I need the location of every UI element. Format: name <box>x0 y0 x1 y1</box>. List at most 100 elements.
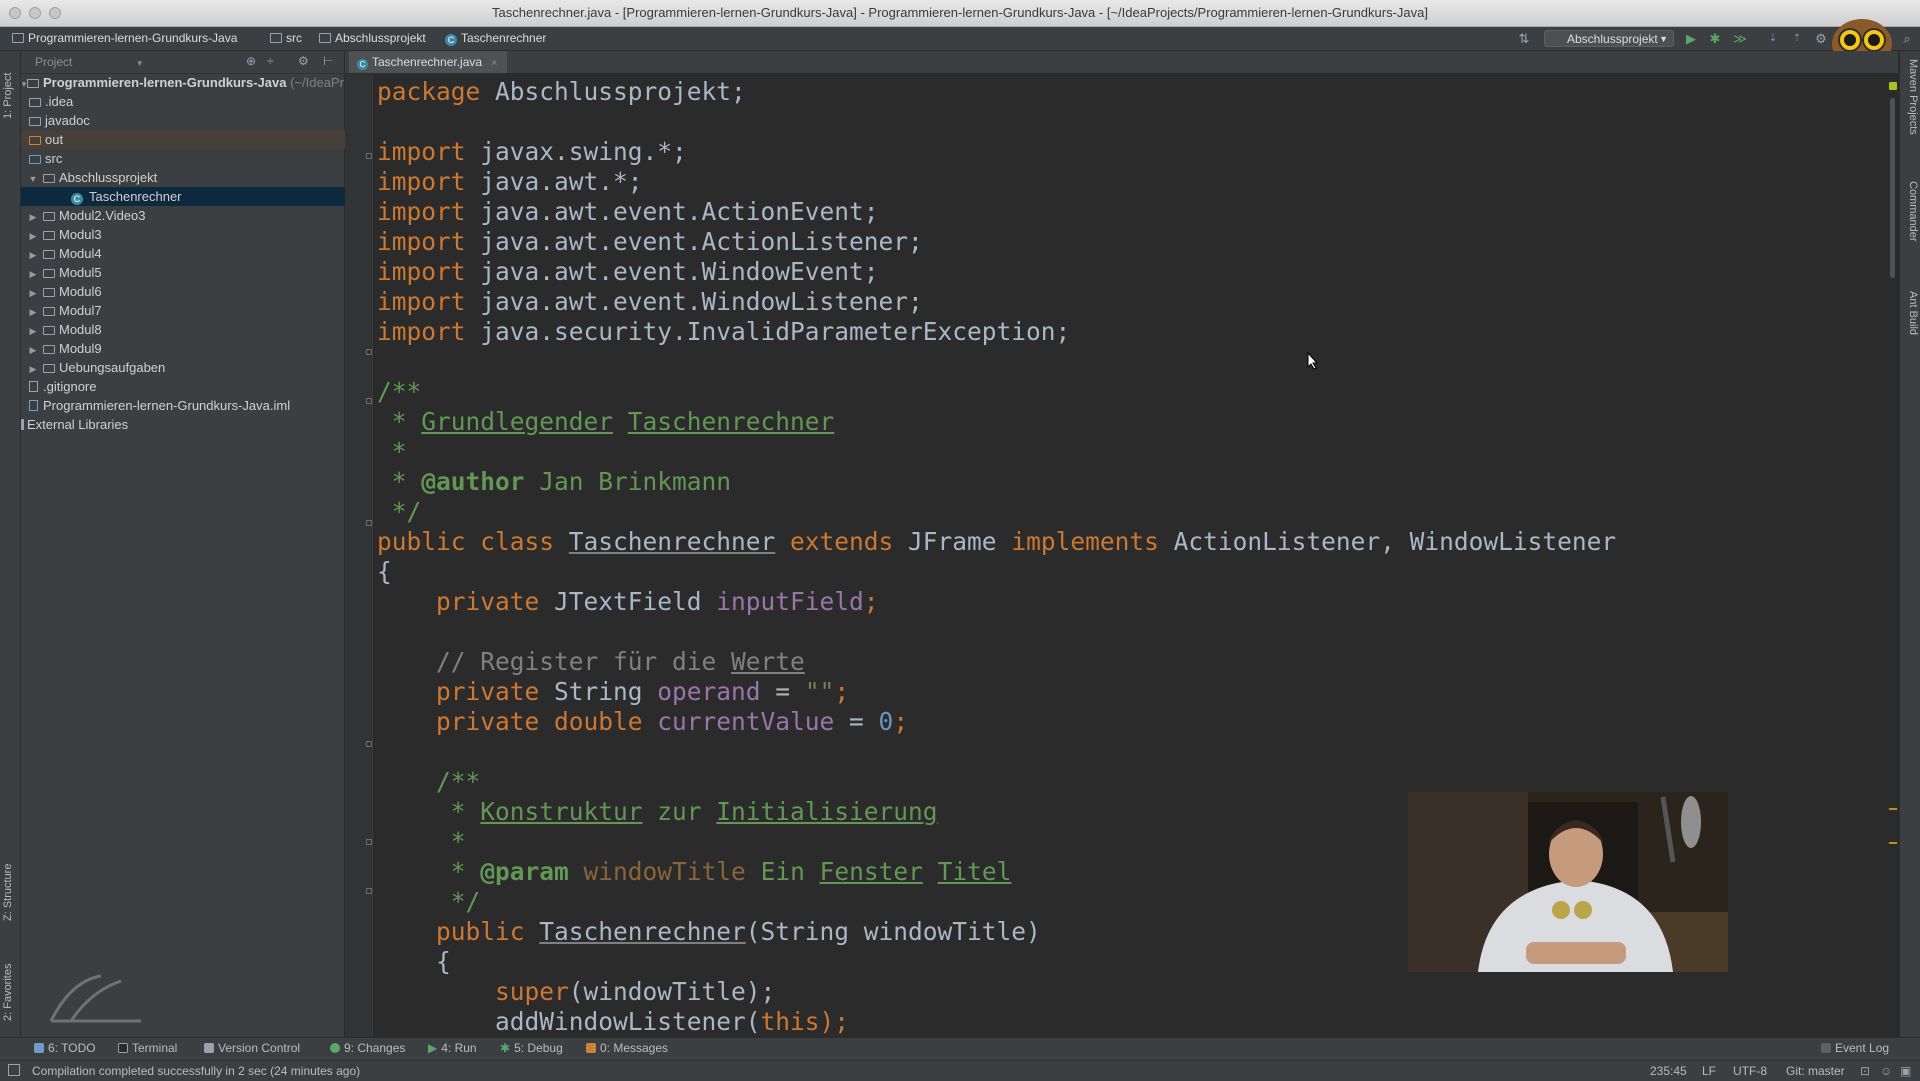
tree-item-external-libraries[interactable]: External Libraries <box>21 415 344 434</box>
todo-tool-tab[interactable]: 6: TODO <box>34 1041 96 1055</box>
tree-item-modul4[interactable]: ▶ Modul4 <box>21 244 350 263</box>
tool-tab-label: Terminal <box>132 1041 178 1055</box>
commander-tab[interactable]: Commander <box>1903 181 1919 271</box>
watermark-logo <box>41 971 161 1026</box>
build-icon[interactable]: ⇅ <box>1516 31 1532 47</box>
tree-item-out[interactable]: out <box>21 130 352 149</box>
code-token: Titel <box>937 857 1012 886</box>
vcs-update-icon[interactable]: ⇣ <box>1765 31 1781 47</box>
fold-marker-icon[interactable] <box>366 153 372 159</box>
breadcrumb-package[interactable]: Abschlussprojekt <box>319 31 426 45</box>
messages-tool-tab[interactable]: 0: Messages <box>586 1041 668 1055</box>
code-line: import java.awt.event.WindowListener; <box>377 287 923 317</box>
tree-item-iml[interactable]: Programmieren-lernen-Grundkurs-Java.iml <box>21 396 352 415</box>
tree-item-modul5[interactable]: ▶ Modul5 <box>21 263 350 282</box>
toggle-tool-windows-icon[interactable] <box>8 1064 20 1076</box>
code-line: * <box>377 827 466 856</box>
tree-item-modul6[interactable]: ▶ Modul6 <box>21 282 350 301</box>
warning-marker[interactable] <box>1889 808 1897 810</box>
tree-item-src[interactable]: src <box>21 149 352 168</box>
fold-marker-icon[interactable] <box>366 398 372 404</box>
fold-marker-icon[interactable] <box>366 349 372 355</box>
fold-marker-icon[interactable] <box>366 520 372 526</box>
package-icon <box>43 212 55 221</box>
search-icon[interactable]: ⌕ <box>1899 31 1915 47</box>
settings-icon[interactable]: ⚙ <box>1813 31 1829 47</box>
class-icon: C <box>71 193 83 205</box>
run-icon[interactable]: ▶ <box>1683 31 1699 47</box>
tree-item-idea[interactable]: .idea <box>21 92 352 111</box>
window-title: Taschenrechner.java - [Programmieren-ler… <box>492 5 1428 20</box>
project-folder-icon <box>27 79 39 88</box>
webcam-overlay <box>1408 792 1728 972</box>
breadcrumb-project[interactable]: Programmieren-lernen-Grundkurs-Java <box>12 31 237 45</box>
changes-icon <box>330 1043 340 1053</box>
file-encoding[interactable]: UTF-8 <box>1733 1064 1767 1078</box>
event-log-tool-tab[interactable]: Event Log <box>1821 1041 1889 1055</box>
maven-projects-tab[interactable]: Maven Projects <box>1903 59 1919 169</box>
debug-icon[interactable]: ✱ <box>1707 31 1723 47</box>
package-icon <box>43 345 55 354</box>
code-token: operand <box>657 677 761 706</box>
tree-item-modul2video3[interactable]: ▶ Modul2.Video3 <box>21 206 350 225</box>
code-token: Taschenrechner <box>568 527 776 556</box>
run-tool-tab[interactable]: ▶ 4: Run <box>428 1041 477 1055</box>
version-control-tool-tab[interactable]: Version Control <box>204 1041 300 1055</box>
tree-item-uebungsaufgaben[interactable]: ▶ Uebungsaufgaben <box>21 358 350 377</box>
line-separator[interactable]: LF <box>1702 1064 1716 1078</box>
fold-marker-icon[interactable] <box>366 888 372 894</box>
editor-scrollbar[interactable] <box>1886 74 1899 1037</box>
editor-tab-taschenrechner[interactable]: C Taschenrechner.java × <box>349 51 508 73</box>
tree-item-modul8[interactable]: ▶ Modul8 <box>21 320 350 339</box>
vcs-commit-icon[interactable]: ⇡ <box>1789 31 1805 47</box>
tree-item-taschenrechner[interactable]: C Taschenrechner <box>21 187 394 206</box>
package-icon <box>43 307 55 316</box>
tree-item-modul3[interactable]: ▶ Modul3 <box>21 225 350 244</box>
tree-item-modul9[interactable]: ▶ Modul9 <box>21 339 350 358</box>
breadcrumb-src[interactable]: src <box>270 31 302 45</box>
tree-item-abschlussprojekt[interactable]: ▼ Abschlussprojekt <box>21 168 350 187</box>
status-message[interactable]: Compilation completed successfully in 2 … <box>32 1064 360 1078</box>
tree-item-modul7[interactable]: ▶ Modul7 <box>21 301 350 320</box>
coverage-icon[interactable]: ≫ <box>1732 31 1748 47</box>
caret-position[interactable]: 235:45 <box>1650 1064 1687 1078</box>
code-token: this <box>760 1007 820 1036</box>
tree-root-project[interactable]: ▾ Programmieren-lernen-Grundkurs-Java (~/… <box>21 73 344 92</box>
gear-icon[interactable]: ⚙ <box>298 54 309 68</box>
hide-panel-icon[interactable]: ⊢ <box>323 54 333 68</box>
excluded-folder-icon <box>29 136 41 145</box>
structure-tool-tab[interactable]: Z: Structure <box>2 841 18 921</box>
tree-label: Uebungsaufgaben <box>59 360 166 375</box>
git-branch[interactable]: Git: master <box>1786 1064 1845 1078</box>
scrollbar-thumb[interactable] <box>1890 98 1895 278</box>
todo-icon <box>34 1043 44 1053</box>
inspection-status-icon[interactable] <box>1889 82 1897 90</box>
tree-item-gitignore[interactable]: .gitignore <box>21 377 352 396</box>
version-control-icon <box>204 1043 214 1053</box>
code-line: private JTextField inputField; <box>377 587 879 617</box>
breadcrumb-class[interactable]: C Taschenrechner <box>445 31 546 46</box>
code-token: extends <box>775 527 909 556</box>
terminal-tool-tab[interactable]: Terminal <box>118 1041 177 1055</box>
tree-label: Modul6 <box>59 284 102 299</box>
warning-marker[interactable] <box>1889 842 1897 844</box>
favorites-tool-tab[interactable]: 2: Favorites <box>2 941 18 1021</box>
changes-tool-tab[interactable]: 9: Changes <box>330 1041 405 1055</box>
ant-build-tab[interactable]: Ant Build <box>1903 291 1919 371</box>
memory-indicator-icon[interactable]: ▣ <box>1900 1064 1911 1078</box>
run-configuration-select[interactable]: Abschlussprojekt ▼ <box>1544 30 1674 47</box>
inspector-icon[interactable]: ☺ <box>1880 1064 1892 1078</box>
lock-icon[interactable]: ⊡ <box>1860 1064 1870 1078</box>
scroll-from-source-icon[interactable]: ⊕ <box>246 54 256 68</box>
tree-label: External Libraries <box>27 417 129 432</box>
project-view-select[interactable]: Project ▼ <box>35 55 144 69</box>
fold-marker-icon[interactable] <box>366 741 372 747</box>
code-token: * <box>377 797 481 826</box>
debug-tool-tab[interactable]: ✱ 5: Debug <box>500 1041 563 1055</box>
tree-item-javadoc[interactable]: javadoc <box>21 111 352 130</box>
fold-marker-icon[interactable] <box>366 839 372 845</box>
project-tool-tab[interactable]: 1: Project <box>2 59 18 119</box>
collapse-all-icon[interactable]: ÷ <box>267 54 274 68</box>
code-token: Fenster <box>819 857 923 886</box>
close-tab-icon[interactable]: × <box>491 58 497 69</box>
